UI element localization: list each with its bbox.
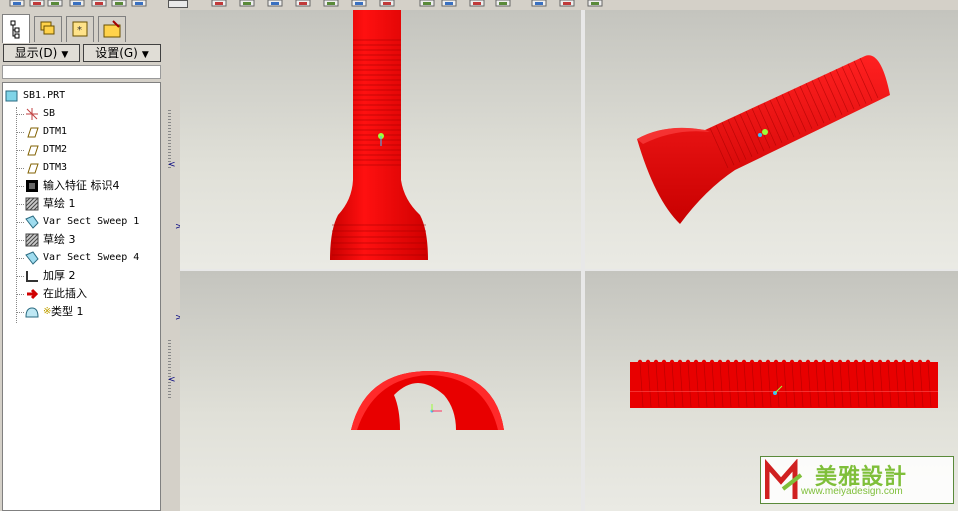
tree-item[interactable]: Var Sect Sweep 1 (3, 213, 160, 231)
tree-item[interactable]: 草绘 1 (3, 195, 160, 213)
datum-plane-icon (25, 125, 39, 139)
model-tree: SB1.PRT SB DTM1 DTM2 DTM3 输入特征 标识4 草绘 1 Var Sec… (2, 82, 161, 511)
import-feature-icon (25, 179, 39, 193)
repaint-icon[interactable] (68, 0, 86, 8)
layer-tab[interactable] (34, 16, 62, 42)
tree-item[interactable]: SB (3, 105, 160, 123)
isometric-view[interactable] (585, 10, 958, 269)
model-tree-tab[interactable] (2, 14, 30, 43)
datum-plane-icon (25, 143, 39, 157)
flashlight-front-model (330, 10, 428, 260)
tree-item[interactable]: 草绘 3 (3, 231, 160, 249)
top-view[interactable] (180, 271, 581, 511)
datum-point-icon[interactable] (238, 0, 256, 8)
navigator-tabs: * (0, 14, 166, 43)
tree-item-label: 输入特征 标识4 (43, 179, 120, 192)
graphics-area[interactable] (180, 10, 958, 511)
window-icon[interactable] (440, 0, 458, 8)
tree-item[interactable]: DTM1 (3, 123, 160, 141)
chevron-left-icon[interactable]: < (168, 375, 176, 385)
tree-item-label: SB (43, 108, 56, 119)
settings-dropdown-label: 设置(G) (95, 46, 138, 60)
tree-item[interactable]: 输入特征 标识4 (3, 177, 160, 195)
tree-item[interactable]: DTM2 (3, 141, 160, 159)
eye-icon[interactable] (28, 0, 46, 8)
flashlight-top-model (351, 371, 504, 430)
favorites-icon: * (72, 21, 88, 37)
csys-icon (25, 107, 39, 121)
tree-item-label: 草绘 3 (43, 233, 76, 246)
tree-item[interactable]: 加厚 2 (3, 267, 160, 285)
csys-marker (762, 129, 768, 135)
layer-icon[interactable] (468, 0, 486, 8)
insert-here-arrow-icon (25, 287, 39, 301)
front-view[interactable] (180, 10, 581, 269)
tree-item[interactable]: DTM3 (3, 159, 160, 177)
select-mode-button[interactable] (168, 0, 188, 8)
tree-item[interactable]: 在此插入 (3, 285, 160, 303)
watermark-url: www.meiyadesign.com (801, 486, 903, 497)
folder-browser-icon (103, 20, 121, 38)
tree-item-label: Var Sect Sweep 4 (43, 252, 140, 263)
tree-item-label: 类型 1 (51, 305, 84, 318)
thicken-icon (25, 269, 39, 283)
tree-item-label: 在此插入 (43, 287, 87, 300)
tree-item-label: 加厚 2 (43, 269, 76, 282)
delete-all-icon[interactable] (378, 0, 396, 8)
model-tree-icon (10, 20, 20, 39)
tree-filter-bar[interactable] (2, 65, 161, 79)
sash-grip[interactable] (168, 340, 171, 400)
chevron-down-icon: ▼ (141, 50, 149, 60)
sketch-icon[interactable] (530, 0, 548, 8)
orient-icon[interactable] (46, 0, 64, 8)
datum-axis-icon[interactable] (210, 0, 228, 8)
tree-item-label: DTM1 (43, 126, 68, 137)
appearance-icon[interactable] (494, 0, 512, 8)
layers-icon (40, 21, 55, 35)
view-manager-icon[interactable] (322, 0, 340, 8)
flashlight-iso-model (637, 55, 890, 225)
style-feature-icon (25, 305, 39, 319)
panel-sash[interactable]: < > < > (166, 10, 183, 511)
chevron-left-icon[interactable]: < (168, 160, 176, 170)
tree-item[interactable]: Var Sect Sweep 4 (3, 249, 160, 267)
tree-item-label: SB1.PRT (23, 90, 66, 101)
watermark-logo: 美雅設計 www.meiyadesign.com (760, 456, 954, 504)
top-toolbar (0, 0, 958, 10)
show-dropdown[interactable]: 显示(D) ▼ (3, 44, 80, 62)
sweep-icon (25, 251, 39, 265)
svg-text:*: * (77, 25, 82, 36)
settings-dropdown[interactable]: 设置(G) ▼ (83, 44, 161, 62)
sketch-icon (25, 233, 39, 247)
tree-item-label: DTM3 (43, 162, 68, 173)
tree-item-label: DTM2 (43, 144, 68, 155)
favorites-tab[interactable]: * (66, 16, 94, 42)
model-tree-icon[interactable] (418, 0, 436, 8)
select-icon[interactable] (110, 0, 128, 8)
brand-mark-icon (765, 459, 803, 499)
tree-item[interactable]: ※ 类型 1 (3, 303, 160, 321)
datum-csys-icon[interactable] (266, 0, 284, 8)
sweep-icon (25, 215, 39, 229)
drawing-icon[interactable] (558, 0, 576, 8)
edit-icon[interactable] (90, 0, 108, 8)
sketch-view-icon[interactable] (8, 0, 26, 8)
tree-item-label: Var Sect Sweep 1 (43, 216, 140, 227)
folder-tab[interactable] (98, 16, 126, 42)
info-icon[interactable] (586, 0, 604, 8)
sketch-icon (25, 197, 39, 211)
datum-plane-icon[interactable] (130, 0, 148, 8)
delete-icon[interactable] (350, 0, 368, 8)
chevron-down-icon: ▼ (61, 50, 69, 60)
tree-item-label: 草绘 1 (43, 197, 76, 210)
part-icon (5, 89, 19, 103)
datum-plane-icon (25, 161, 39, 175)
tree-root-item[interactable]: SB1.PRT (3, 87, 160, 105)
show-dropdown-label: 显示(D) (14, 46, 58, 60)
left-panel: * 显示(D) ▼ 设置(G) ▼ SB1.PRT SB DTM1 DTM2 DTM3 输入特… (0, 10, 166, 511)
spin-center-icon[interactable] (294, 0, 312, 8)
